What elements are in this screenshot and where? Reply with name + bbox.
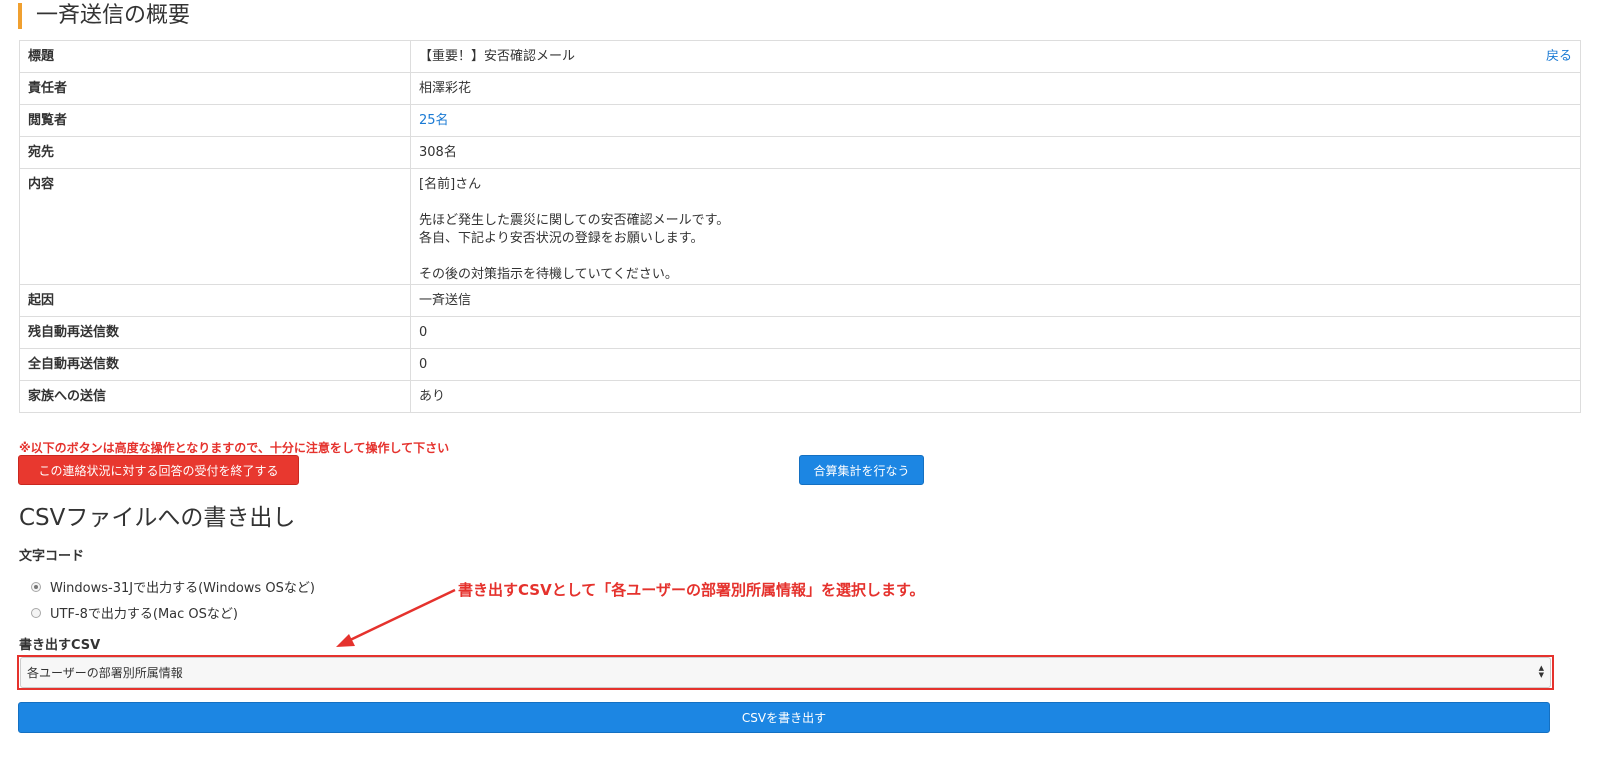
arrow-head [336,634,355,647]
annotation-arrow-icon [336,588,456,647]
arrow-line [347,588,456,643]
